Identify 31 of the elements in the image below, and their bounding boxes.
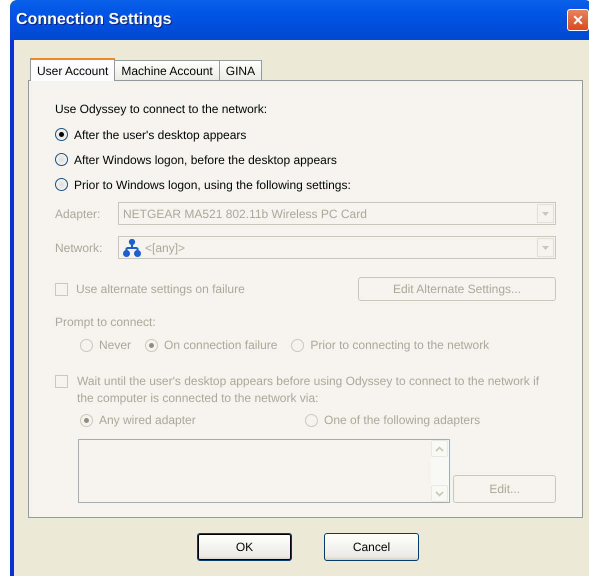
radio-label: One of the following adapters: [324, 413, 480, 427]
dropdown-button[interactable]: [537, 238, 554, 257]
radio-label: After Windows logon, before the desktop appears: [74, 152, 337, 166]
dialog-button[interactable]: OK: [197, 533, 292, 561]
checkbox-label: Use alternate settings on failure: [76, 282, 246, 296]
caret-icon: [542, 246, 549, 250]
tab[interactable]: User Account: [30, 58, 116, 81]
radio-label: After the user's desktop appears: [74, 128, 246, 142]
section-label: Use Odyssey to connect to the network:: [55, 101, 268, 117]
field-label: Adapter:: [55, 206, 102, 220]
radio-button[interactable]: [55, 153, 68, 166]
radio-label: On connection failure: [164, 338, 278, 352]
network-icon: [123, 238, 141, 256]
section-label: Prompt to connect:: [55, 314, 157, 330]
scrollbar[interactable]: [431, 440, 450, 502]
checkbox-label: Wait until the user's desktop appears before using Odyssey to connect to the network if the computer is connected to the network via:: [77, 373, 540, 407]
caret-icon: [542, 212, 549, 216]
radio-label: Prior to Windows logon, using the following settings:: [74, 178, 351, 192]
dialog-button[interactable]: Cancel: [324, 533, 419, 561]
scroll-down-icon: [435, 490, 444, 496]
radio-label: Any wired adapter: [99, 413, 196, 427]
scroll-up-icon: [435, 446, 444, 452]
radio-button[interactable]: [55, 178, 68, 191]
window-title: Connection Settings: [16, 11, 173, 29]
radio-label: Never: [99, 338, 132, 352]
radio-label: Prior to connecting to the network: [310, 338, 490, 352]
adapter-list[interactable]: [78, 439, 450, 503]
field-label: Network:: [55, 240, 104, 254]
tab[interactable]: Machine Account: [114, 60, 220, 80]
tab[interactable]: GINA: [218, 60, 262, 80]
radio-button[interactable]: [55, 128, 68, 141]
